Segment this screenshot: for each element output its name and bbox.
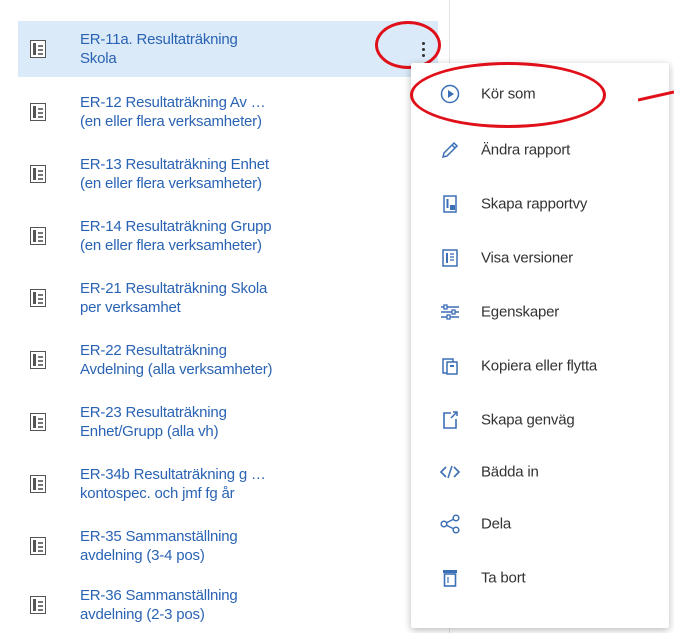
list-item[interactable]: ER-13 Resultaträkning Enhet (en eller fl… (18, 146, 438, 202)
menu-item-share[interactable]: Dela (411, 497, 669, 551)
report-icon (30, 165, 46, 183)
trash-icon (443, 570, 457, 587)
list-item[interactable]: ER-35 Sammanställning avdelning (3-4 pos… (18, 518, 438, 574)
report-name[interactable]: ER-35 Sammanställning (80, 527, 410, 546)
report-icon (30, 289, 46, 307)
menu-item-label: Egenskaper (481, 303, 560, 321)
menu-item-label: Ändra rapport (481, 141, 571, 159)
report-title[interactable]: ER-23 Resultaträkning Enhet/Grupp (alla … (80, 403, 410, 441)
menu-item-label: Bädda in (481, 463, 539, 481)
copy-icon (442, 358, 458, 375)
report-subtitle: (en eller flera verksamheter) (80, 237, 262, 254)
report-name[interactable]: ER-12 Resultaträkning Av … (80, 93, 410, 112)
versions-icon (442, 249, 458, 267)
report-icon (30, 475, 46, 493)
report-name[interactable]: ER-13 Resultaträkning Enhet (80, 155, 410, 174)
list-item[interactable]: ER-22 Resultaträkning Avdelning (alla ve… (18, 332, 438, 388)
dot (421, 53, 425, 57)
menu-item-label: Skapa rapportvy (481, 195, 588, 213)
report-view-icon (443, 195, 457, 213)
menu-item-show-versions[interactable]: Visa versioner (411, 231, 669, 285)
report-icon (30, 227, 46, 245)
report-title[interactable]: ER-11a. Resultaträkning Skola (80, 30, 410, 68)
list-item[interactable]: ER-23 Resultaträkning Enhet/Grupp (alla … (18, 394, 438, 450)
menu-item-edit-report[interactable]: Ändra rapport (411, 123, 669, 177)
report-icon (30, 413, 46, 431)
report-name[interactable]: ER-36 Sammanställning (80, 586, 410, 605)
menu-item-label: Ta bort (481, 569, 526, 587)
report-icon (30, 103, 46, 121)
report-title[interactable]: ER-34b Resultaträkning g … kontospec. oc… (80, 465, 410, 503)
list-item[interactable]: ER-36 Sammanställning avdelning (2-3 pos… (18, 577, 438, 633)
dot (421, 47, 425, 51)
report-title[interactable]: ER-22 Resultaträkning Avdelning (alla ve… (80, 341, 410, 379)
report-icon (30, 40, 46, 58)
pencil-icon (441, 141, 459, 159)
report-title[interactable]: ER-21 Resultaträkning Skola per verksamh… (80, 279, 410, 317)
report-title[interactable]: ER-35 Sammanställning avdelning (3-4 pos… (80, 527, 410, 565)
menu-item-copy-or-move[interactable]: Kopiera eller flytta (411, 339, 669, 393)
dot (421, 41, 425, 45)
report-subtitle: (en eller flera verksamheter) (80, 175, 262, 192)
report-icon (30, 537, 46, 555)
menu-item-label: Kör som (481, 85, 536, 103)
list-item[interactable]: ER-21 Resultaträkning Skola per verksamh… (18, 270, 438, 326)
menu-item-properties[interactable]: Egenskaper (411, 285, 669, 339)
more-options-button[interactable] (414, 31, 432, 67)
share-icon (440, 514, 460, 534)
report-name[interactable]: ER-23 Resultaträkning (80, 403, 410, 422)
report-name[interactable]: ER-34b Resultaträkning g … (80, 465, 410, 484)
report-list: ER-11a. Resultaträkning Skola ER-12 Resu… (0, 0, 450, 633)
menu-item-label: Visa versioner (481, 249, 573, 267)
menu-item-embed[interactable]: Bädda in (411, 445, 669, 499)
list-item[interactable]: ER-34b Resultaträkning g … kontospec. oc… (18, 456, 438, 512)
report-title[interactable]: ER-14 Resultaträkning Grupp (en eller fl… (80, 217, 410, 255)
menu-item-create-report-view[interactable]: Skapa rapportvy (411, 177, 669, 231)
report-subtitle: avdelning (2-3 pos) (80, 606, 205, 623)
list-item[interactable]: ER-11a. Resultaträkning Skola (18, 21, 438, 77)
sliders-icon (441, 304, 459, 320)
list-item[interactable]: ER-12 Resultaträkning Av … (en eller fle… (18, 84, 438, 140)
report-subtitle: per verksamhet (80, 299, 181, 316)
shortcut-icon (443, 411, 458, 429)
menu-item-label: Kopiera eller flytta (481, 357, 598, 375)
report-name[interactable]: ER-21 Resultaträkning Skola (80, 279, 410, 298)
report-subtitle: Skola (80, 50, 117, 67)
report-subtitle: (en eller flera verksamheter) (80, 113, 262, 130)
report-subtitle: avdelning (3-4 pos) (80, 547, 205, 564)
list-item[interactable]: ER-14 Resultaträkning Grupp (en eller fl… (18, 208, 438, 264)
menu-item-label: Skapa genväg (481, 411, 575, 429)
report-title[interactable]: ER-36 Sammanställning avdelning (2-3 pos… (80, 586, 410, 624)
report-icon (30, 351, 46, 369)
report-title[interactable]: ER-12 Resultaträkning Av … (en eller fle… (80, 93, 410, 131)
menu-item-label: Dela (481, 515, 512, 533)
report-subtitle: Enhet/Grupp (alla vh) (80, 423, 219, 440)
menu-item-create-shortcut[interactable]: Skapa genväg (411, 393, 669, 447)
run-icon (440, 84, 460, 104)
menu-item-delete[interactable]: Ta bort (411, 551, 669, 605)
report-subtitle: Avdelning (alla verksamheter) (80, 361, 273, 378)
menu-item-run-as[interactable]: Kör som (411, 67, 669, 121)
context-menu: Kör som Ändra rapport Skapa rapportvy Vi… (411, 63, 669, 628)
report-subtitle: kontospec. och jmf fg år (80, 485, 235, 502)
report-icon (30, 596, 46, 614)
report-name[interactable]: ER-14 Resultaträkning Grupp (80, 217, 410, 236)
report-name[interactable]: ER-22 Resultaträkning (80, 341, 410, 360)
report-name[interactable]: ER-11a. Resultaträkning (80, 30, 410, 49)
report-title[interactable]: ER-13 Resultaträkning Enhet (en eller fl… (80, 155, 410, 193)
code-icon (439, 465, 461, 479)
